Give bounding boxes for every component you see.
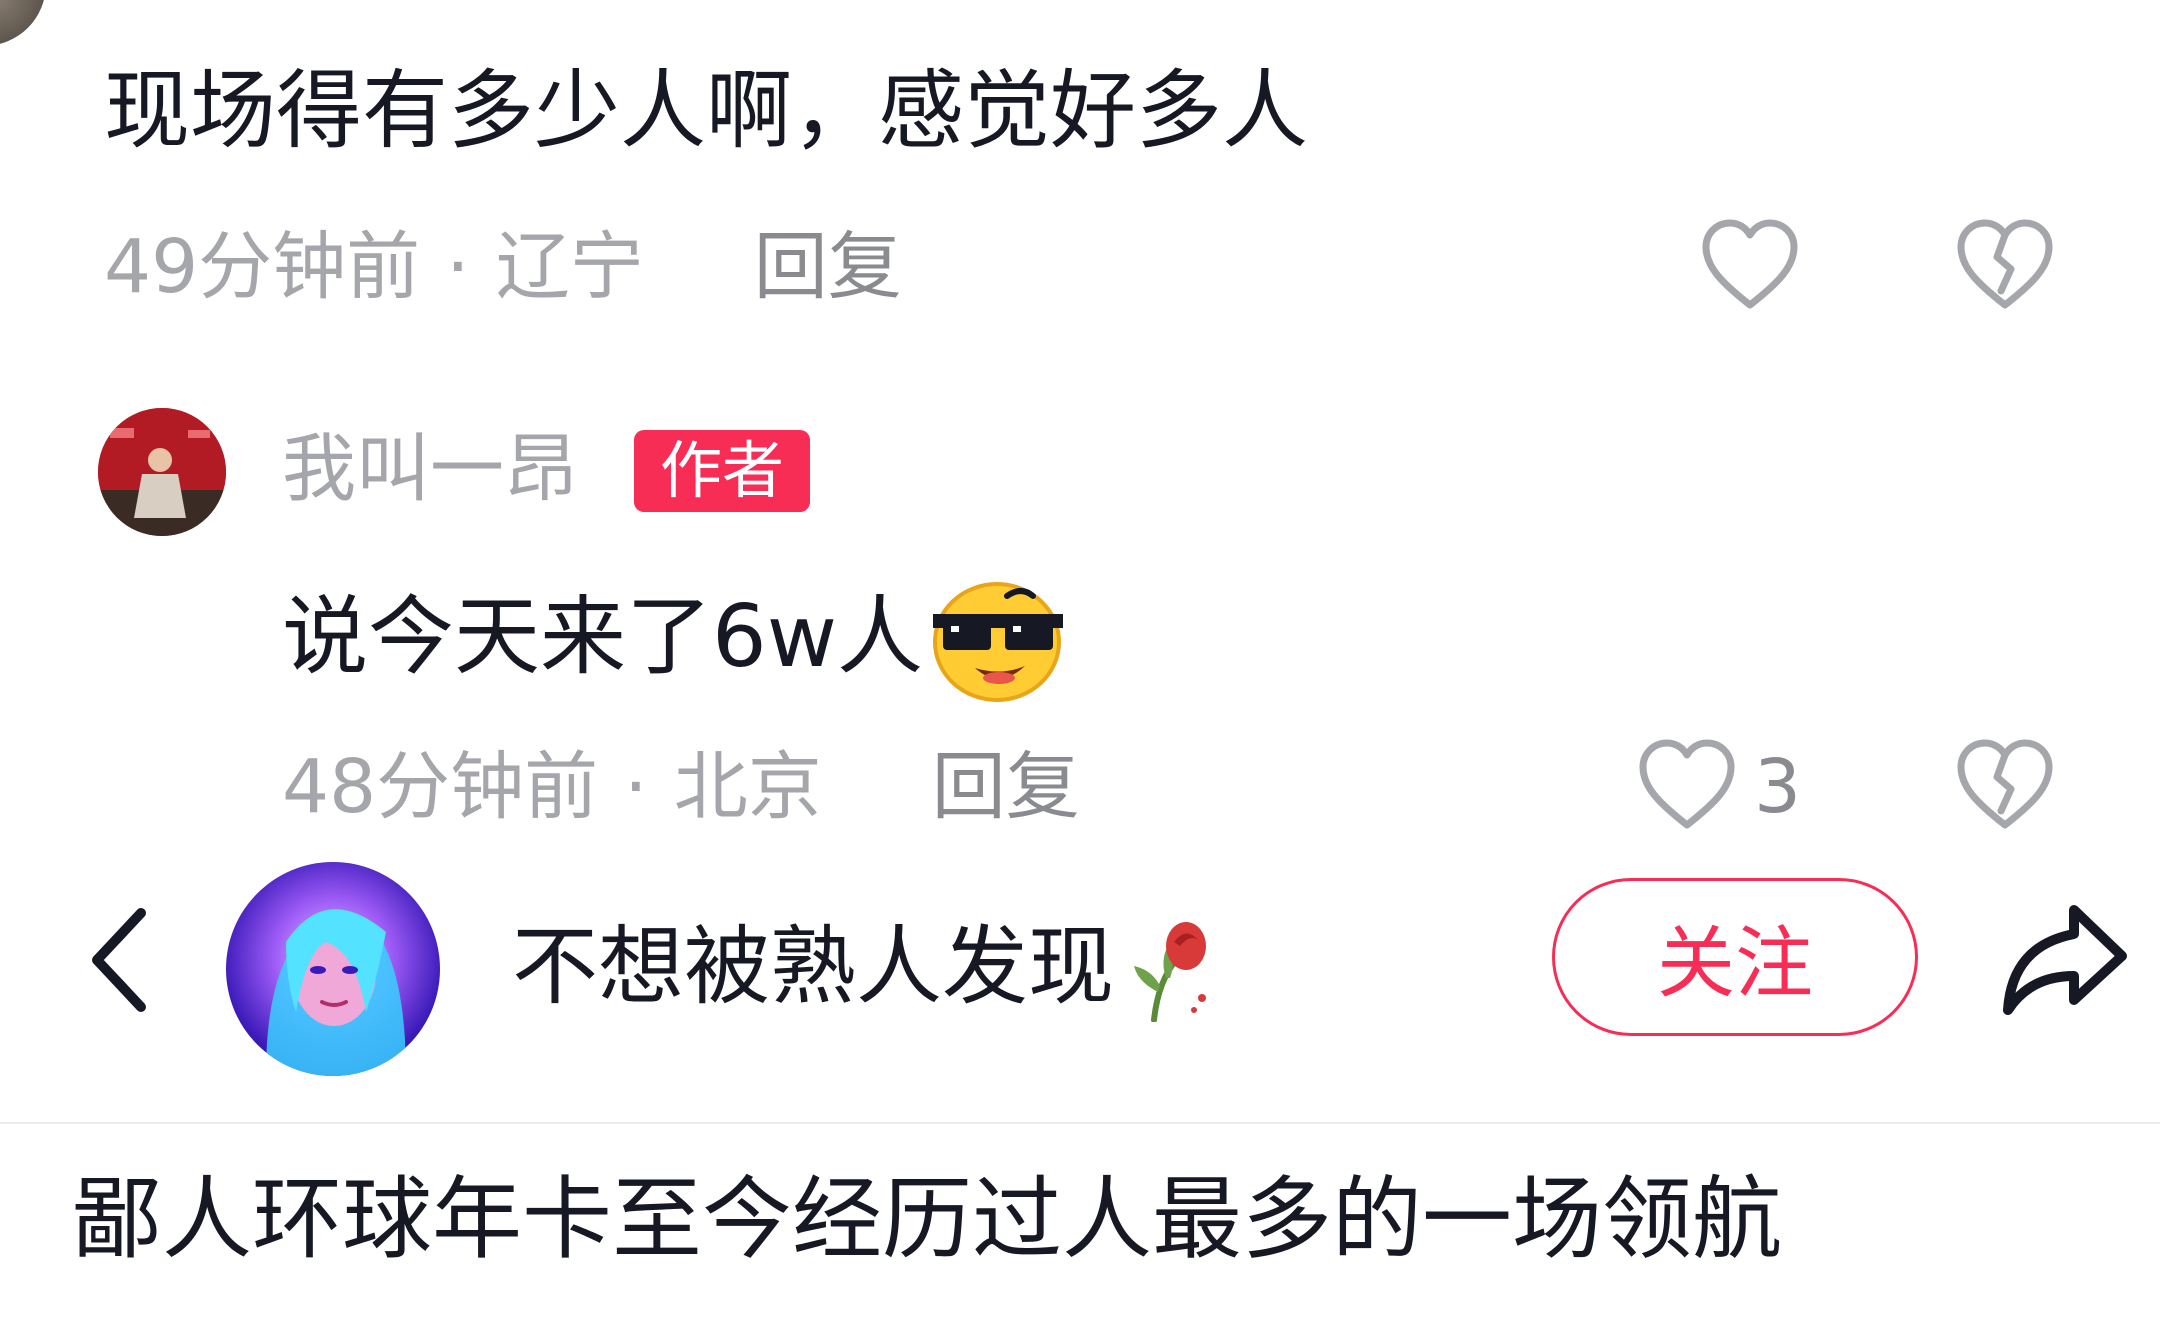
cool-sunglasses-emoji [933, 582, 1064, 702]
comment-meta: 49分钟前 · 辽宁 回复 [104, 222, 902, 312]
reply-text-content: 说今天来了6w人 [282, 587, 924, 687]
avatar-illustration [266, 909, 406, 1076]
reply-text: 说今天来了6w人 [282, 572, 1067, 702]
like-button[interactable] [1695, 210, 1805, 320]
reply-button[interactable]: 回复 [754, 222, 902, 312]
broken-heart-icon [1957, 219, 2053, 309]
heart-icon [1639, 739, 1735, 829]
reply-meta: 48分钟前 · 北京 回复 [282, 742, 1080, 832]
meta-separator: · [446, 224, 470, 310]
chevron-left-icon [92, 908, 146, 1012]
post-title: 鄙人环球年卡至今经历过人最多的一场领航 [72, 1167, 1782, 1272]
author-username[interactable]: 我叫一昂 [282, 424, 578, 514]
profile-username-text: 不想被熟人发现 [512, 917, 1114, 1017]
avatar-photo [98, 408, 226, 536]
comment-text: 现场得有多少人啊，感觉好多人 [104, 61, 1308, 161]
comment-location: 辽宁 [495, 224, 644, 310]
divider [0, 1122, 2160, 1124]
heart-icon [1702, 219, 1798, 309]
profile-username[interactable]: 不想被熟人发现 [512, 912, 1224, 1022]
author-avatar[interactable] [98, 408, 226, 536]
follow-button[interactable]: 关注 [1552, 878, 1918, 1036]
user-avatar[interactable] [226, 862, 440, 1076]
comment-time: 49分钟前 [104, 224, 421, 310]
reply-location: 北京 [673, 744, 822, 830]
dislike-button[interactable] [1950, 210, 2060, 320]
back-button[interactable] [60, 900, 180, 1020]
share-button[interactable] [1990, 890, 2140, 1030]
reply-time: 48分钟前 [282, 744, 599, 830]
wilted-rose-emoji [1134, 922, 1206, 1022]
like-count: 3 [1754, 744, 1802, 830]
dislike-button[interactable] [1950, 730, 2060, 840]
broken-heart-icon [1957, 739, 2053, 829]
meta-separator: · [624, 744, 648, 830]
author-badge: 作者 [634, 430, 811, 512]
reply-button[interactable]: 回复 [932, 742, 1080, 832]
commenter-avatar[interactable] [0, 0, 46, 46]
share-arrow-icon [2003, 905, 2127, 1015]
like-button[interactable] [1632, 730, 1742, 840]
